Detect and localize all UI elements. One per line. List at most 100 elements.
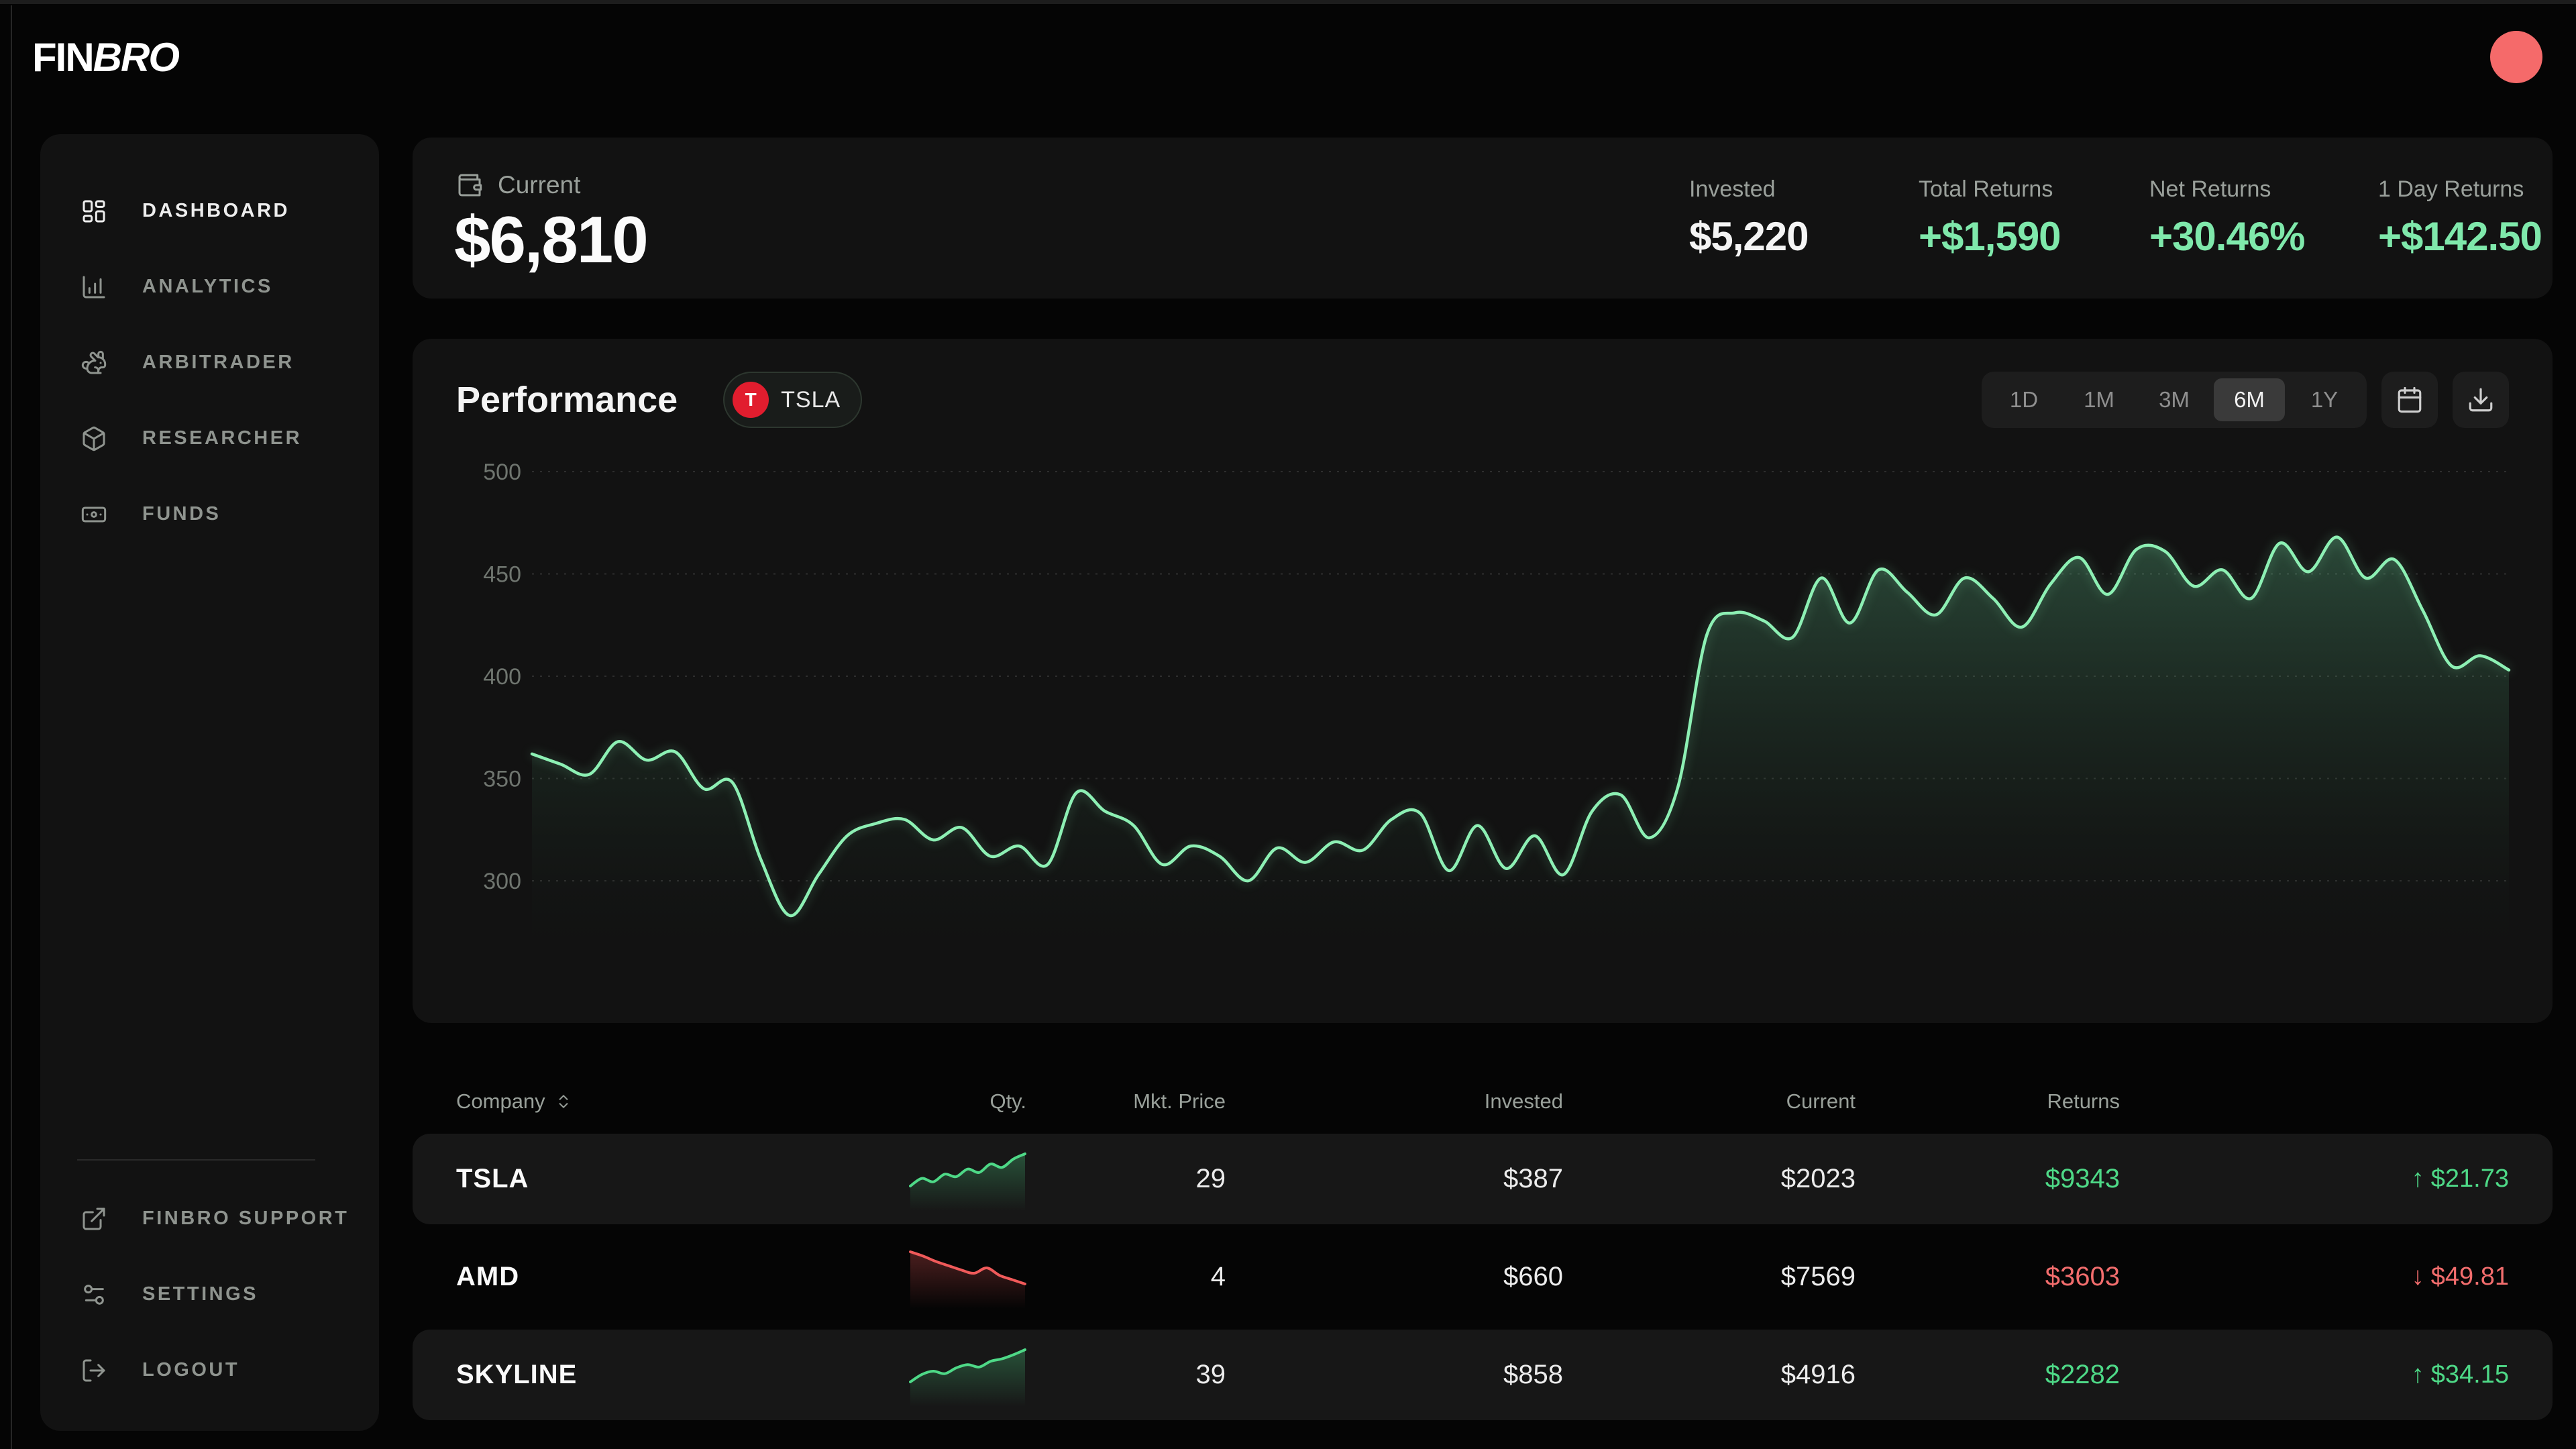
holding-row-amd[interactable]: AMD 4$660$7569$3603↓$49.81 bbox=[413, 1232, 2553, 1322]
sidebar-item-researcher[interactable]: RESEARCHER bbox=[80, 400, 359, 476]
sidebar-item-label: RESEARCHER bbox=[142, 427, 302, 449]
column-header-returns: Returns bbox=[1856, 1089, 2120, 1114]
current-cell: $9343 bbox=[1856, 1164, 2120, 1194]
mkt-price-cell: $660 bbox=[1226, 1262, 1563, 1292]
returns-cell: ↑$34.15 bbox=[2120, 1360, 2509, 1389]
current-cell: $3603 bbox=[1856, 1262, 2120, 1292]
sidebar-item-arbitrader[interactable]: ARBITRADER bbox=[80, 325, 359, 400]
company-name: SKYLINE bbox=[456, 1360, 909, 1390]
qty-cell: 4 bbox=[1026, 1262, 1226, 1292]
current-cell: $2282 bbox=[1856, 1360, 2120, 1390]
stat-label: Invested bbox=[1689, 176, 1919, 203]
rabbit-icon bbox=[80, 350, 107, 376]
sidebar-divider bbox=[77, 1159, 315, 1161]
column-header-mkt-price: Mkt. Price bbox=[1026, 1089, 1226, 1114]
logo-fin: FIN bbox=[32, 35, 93, 80]
stat-total-returns: Total Returns +$1,590 bbox=[1919, 176, 2149, 260]
stat-label: 1 Day Returns bbox=[2378, 176, 2553, 203]
mkt-price-cell: $858 bbox=[1226, 1360, 1563, 1390]
stat-net-returns: Net Returns +30.46% bbox=[2149, 176, 2378, 260]
column-header-invested: Invested bbox=[1226, 1089, 1563, 1114]
current-value: $6,810 bbox=[454, 202, 647, 278]
sidebar-item-settings[interactable]: SETTINGS bbox=[80, 1256, 359, 1332]
sidebar-item-finbro-support[interactable]: FINBRO SUPPORT bbox=[80, 1181, 359, 1256]
holdings-table-header: Company Qty.Mkt. PriceInvestedCurrentRetu… bbox=[456, 1081, 2509, 1122]
svg-text:500: 500 bbox=[483, 460, 521, 485]
sort-icon bbox=[555, 1093, 572, 1110]
finbro-logo: FINBRO bbox=[32, 34, 178, 80]
column-header-company-sort[interactable]: Company bbox=[456, 1089, 909, 1114]
sidebar-item-label: ARBITRADER bbox=[142, 352, 294, 374]
stat-1-day-returns: 1 Day Returns +$142.50 bbox=[2378, 176, 2553, 260]
qty-cell: 39 bbox=[1026, 1360, 1226, 1390]
trend-down-arrow-icon: ↓ bbox=[2412, 1263, 2424, 1291]
wallet-icon bbox=[456, 172, 483, 199]
stat-label: Net Returns bbox=[2149, 176, 2378, 203]
current-label: Current bbox=[498, 171, 580, 199]
stat-invested: Invested $5,220 bbox=[1689, 176, 1919, 260]
stat-value: $5,220 bbox=[1689, 213, 1919, 260]
window-frame-left bbox=[11, 5, 12, 1449]
column-header-qty-: Qty. bbox=[909, 1089, 1026, 1114]
dashboard-icon bbox=[80, 198, 107, 225]
performance-chart[interactable]: 500450400350300 bbox=[413, 339, 2553, 1023]
svg-text:300: 300 bbox=[483, 869, 521, 894]
sidebar-item-dashboard[interactable]: DASHBOARD bbox=[80, 173, 359, 249]
stat-label: Total Returns bbox=[1919, 176, 2149, 203]
sidebar-item-label: DASHBOARD bbox=[142, 200, 290, 222]
banknote-icon bbox=[80, 501, 107, 528]
sidebar-item-funds[interactable]: FUNDS bbox=[80, 476, 359, 552]
performance-panel: Performance T TSLA 1D1M3M6M1Y 5004504003… bbox=[413, 339, 2553, 1023]
sidebar-item-label: FINBRO SUPPORT bbox=[142, 1208, 349, 1230]
sidebar-nav: DASHBOARD ANALYTICS ARBITRADER RESEARCHER FU… bbox=[80, 173, 359, 552]
company-name: AMD bbox=[456, 1262, 909, 1292]
summary-stats: Invested $5,220Total Returns +$1,590Net Re… bbox=[1689, 176, 2553, 260]
sidebar-item-label: FUNDS bbox=[142, 503, 221, 525]
holdings-table-rows: TSLA 29$387$2023$9343↑$21.73AMD 4$660$75… bbox=[413, 1134, 2553, 1428]
avatar[interactable] bbox=[2490, 31, 2542, 83]
column-header-label: Company bbox=[456, 1089, 545, 1114]
stat-value: +$1,590 bbox=[1919, 213, 2149, 260]
holdings-table: Company Qty.Mkt. PriceInvestedCurrentRetu… bbox=[413, 1073, 2553, 1449]
invested-cell: $7569 bbox=[1563, 1262, 1856, 1292]
column-header-current: Current bbox=[1563, 1089, 1856, 1114]
external-link-icon bbox=[80, 1205, 107, 1232]
sidebar-item-label: SETTINGS bbox=[142, 1283, 258, 1305]
stat-value: +$142.50 bbox=[2378, 213, 2553, 260]
sidebar-item-logout[interactable]: LOGOUT bbox=[80, 1332, 359, 1408]
svg-text:350: 350 bbox=[483, 767, 521, 792]
top-bar: FINBRO bbox=[32, 20, 2542, 94]
window-frame-top bbox=[0, 0, 2576, 4]
returns-cell: ↑$21.73 bbox=[2120, 1165, 2509, 1193]
stat-value: +30.46% bbox=[2149, 213, 2378, 260]
sliders-icon bbox=[80, 1281, 107, 1308]
current-summary-panel: Current $6,810 Invested $5,220Total Retur… bbox=[413, 138, 2553, 299]
current-label-row: Current bbox=[456, 171, 580, 199]
logout-icon bbox=[80, 1357, 107, 1384]
sidebar: DASHBOARD ANALYTICS ARBITRADER RESEARCHER FU… bbox=[40, 134, 379, 1431]
sidebar-footer-nav: FINBRO SUPPORT SETTINGS LOGOUT bbox=[80, 1181, 359, 1408]
sidebar-item-label: LOGOUT bbox=[142, 1359, 239, 1381]
box-icon bbox=[80, 425, 107, 452]
svg-text:400: 400 bbox=[483, 664, 521, 690]
sparkline-cell bbox=[909, 1343, 1026, 1407]
analytics-icon bbox=[80, 274, 107, 301]
sidebar-item-label: ANALYTICS bbox=[142, 276, 273, 298]
returns-cell: ↓$49.81 bbox=[2120, 1263, 2509, 1291]
sparkline-chart bbox=[909, 1343, 1026, 1407]
invested-cell: $4916 bbox=[1563, 1360, 1856, 1390]
trend-up-arrow-icon: ↑ bbox=[2412, 1165, 2424, 1193]
holding-row-tsla[interactable]: TSLA 29$387$2023$9343↑$21.73 bbox=[413, 1134, 2553, 1224]
trend-up-arrow-icon: ↑ bbox=[2412, 1360, 2424, 1389]
holding-row-skyline[interactable]: SKYLINE 39$858$4916$2282↑$34.15 bbox=[413, 1330, 2553, 1420]
sparkline-cell bbox=[909, 1147, 1026, 1211]
mkt-price-cell: $387 bbox=[1226, 1164, 1563, 1194]
sparkline-chart bbox=[909, 1147, 1026, 1211]
logo-bro: BRO bbox=[93, 35, 178, 80]
sidebar-item-analytics[interactable]: ANALYTICS bbox=[80, 249, 359, 325]
sparkline-chart bbox=[909, 1245, 1026, 1309]
company-name: TSLA bbox=[456, 1164, 909, 1194]
sparkline-cell bbox=[909, 1245, 1026, 1309]
qty-cell: 29 bbox=[1026, 1164, 1226, 1194]
invested-cell: $2023 bbox=[1563, 1164, 1856, 1194]
